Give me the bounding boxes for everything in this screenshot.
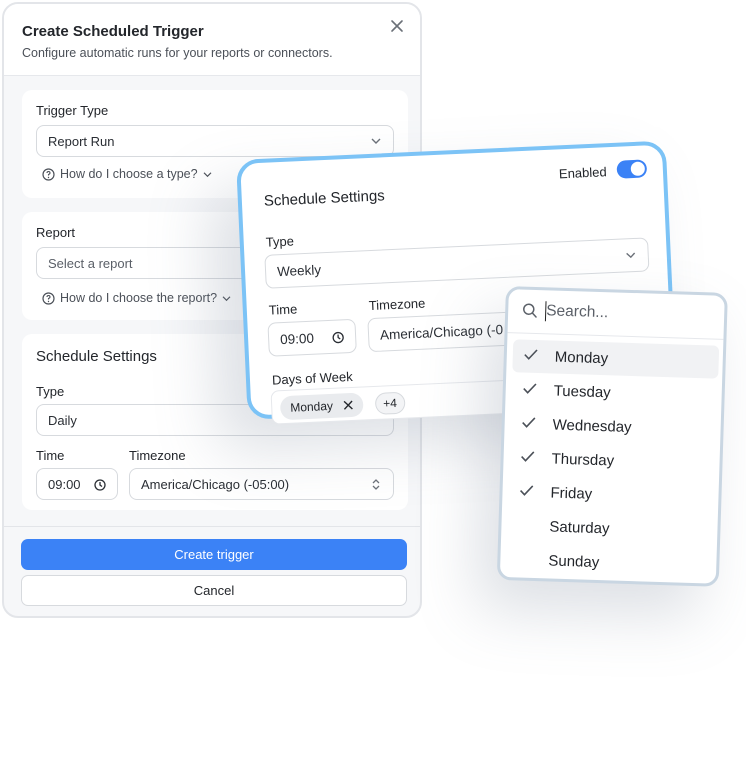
option-friday[interactable]: Friday: [508, 475, 715, 514]
close-icon[interactable]: [390, 19, 404, 33]
trigger-type-help-text: How do I choose a type?: [60, 167, 198, 181]
trigger-type-label: Trigger Type: [36, 103, 109, 118]
card-type-select[interactable]: Weekly: [264, 237, 650, 289]
chevron-down-icon: [371, 138, 381, 144]
trigger-type-help-link[interactable]: How do I choose a type?: [42, 167, 212, 181]
timezone-label: Timezone: [129, 448, 186, 463]
option-label: Friday: [550, 484, 593, 503]
card-type-label: Type: [265, 233, 295, 250]
cancel-button[interactable]: Cancel: [21, 575, 407, 606]
help-bubble-icon: [42, 291, 55, 305]
card-type-value: Weekly: [276, 261, 322, 279]
option-thursday[interactable]: Thursday: [509, 441, 716, 480]
option-label: Saturday: [549, 518, 610, 538]
timezone-select[interactable]: America/Chicago (-05:00): [129, 468, 394, 500]
timezone-value: America/Chicago (-05:00): [141, 476, 290, 492]
option-sunday[interactable]: Sunday: [506, 543, 713, 582]
clock-icon: [94, 479, 106, 491]
days-of-week-select[interactable]: Monday +4: [270, 379, 512, 425]
schedule-type-label: Type: [36, 384, 65, 399]
schedule-card-title: Schedule Settings: [263, 187, 386, 210]
schedule-section-title: Schedule Settings: [36, 348, 157, 365]
time-value: 09:00: [48, 476, 81, 492]
search-placeholder: Search...: [545, 302, 609, 322]
check-icon: [524, 349, 538, 360]
day-chip-label: Monday: [289, 398, 334, 415]
report-help-text: How do I choose the report?: [60, 291, 218, 305]
option-label: Sunday: [548, 552, 600, 572]
report-placeholder: Select a report: [48, 255, 133, 271]
search-icon: [523, 303, 537, 318]
create-trigger-button[interactable]: Create trigger: [21, 539, 407, 570]
dialog-title: Create Scheduled Trigger: [22, 23, 204, 40]
option-label: Monday: [554, 348, 609, 368]
card-time-label: Time: [268, 301, 298, 318]
days-dropdown: Search... Monday Tuesday Wednesday Thurs…: [496, 286, 728, 587]
clock-icon: [332, 331, 344, 344]
schedule-type-value: Daily: [48, 412, 77, 428]
dialog-subtitle: Configure automatic runs for your report…: [22, 46, 333, 60]
dialog-header: Create Scheduled Trigger Configure autom…: [4, 4, 420, 76]
option-tuesday[interactable]: Tuesday: [511, 373, 718, 412]
help-bubble-icon: [42, 167, 55, 181]
footer-divider: [4, 526, 420, 527]
time-label: Time: [36, 448, 65, 463]
option-saturday[interactable]: Saturday: [507, 509, 714, 548]
report-label: Report: [36, 225, 76, 240]
check-icon: [521, 451, 535, 462]
option-wednesday[interactable]: Wednesday: [510, 407, 717, 446]
chevron-down-icon: [626, 252, 636, 259]
dropdown-search[interactable]: Search...: [507, 289, 725, 340]
option-label: Thursday: [551, 450, 615, 470]
card-time-input[interactable]: 09:00: [267, 318, 357, 357]
time-input[interactable]: 09:00: [36, 468, 118, 500]
option-label: Tuesday: [553, 382, 611, 402]
option-monday[interactable]: Monday: [512, 339, 720, 379]
enabled-label: Enabled: [558, 164, 607, 182]
day-chip-monday: Monday: [279, 392, 364, 421]
days-of-week-label: Days of Week: [271, 368, 353, 388]
enabled-toggle[interactable]: [616, 159, 648, 179]
card-timezone-value: America/Chicago (-0: [379, 321, 504, 343]
report-help-link[interactable]: How do I choose the report?: [42, 291, 231, 305]
card-timezone-select[interactable]: America/Chicago (-0: [367, 311, 519, 353]
check-icon: [523, 383, 537, 394]
days-dropdown-surface: Search... Monday Tuesday Wednesday Thurs…: [496, 286, 728, 587]
check-icon: [519, 485, 534, 496]
trigger-type-select[interactable]: Report Run: [36, 125, 394, 157]
card-timezone-label: Timezone: [368, 295, 426, 314]
option-label: Wednesday: [552, 416, 632, 437]
more-days-badge[interactable]: +4: [374, 391, 406, 415]
chevron-down-icon: [222, 295, 231, 301]
updown-chevron-icon: [372, 479, 380, 490]
chevron-down-icon: [203, 171, 212, 177]
check-icon: [522, 417, 536, 428]
trigger-type-value: Report Run: [48, 133, 115, 149]
card-time-value: 09:00: [279, 330, 315, 347]
remove-chip-icon[interactable]: [343, 400, 353, 410]
